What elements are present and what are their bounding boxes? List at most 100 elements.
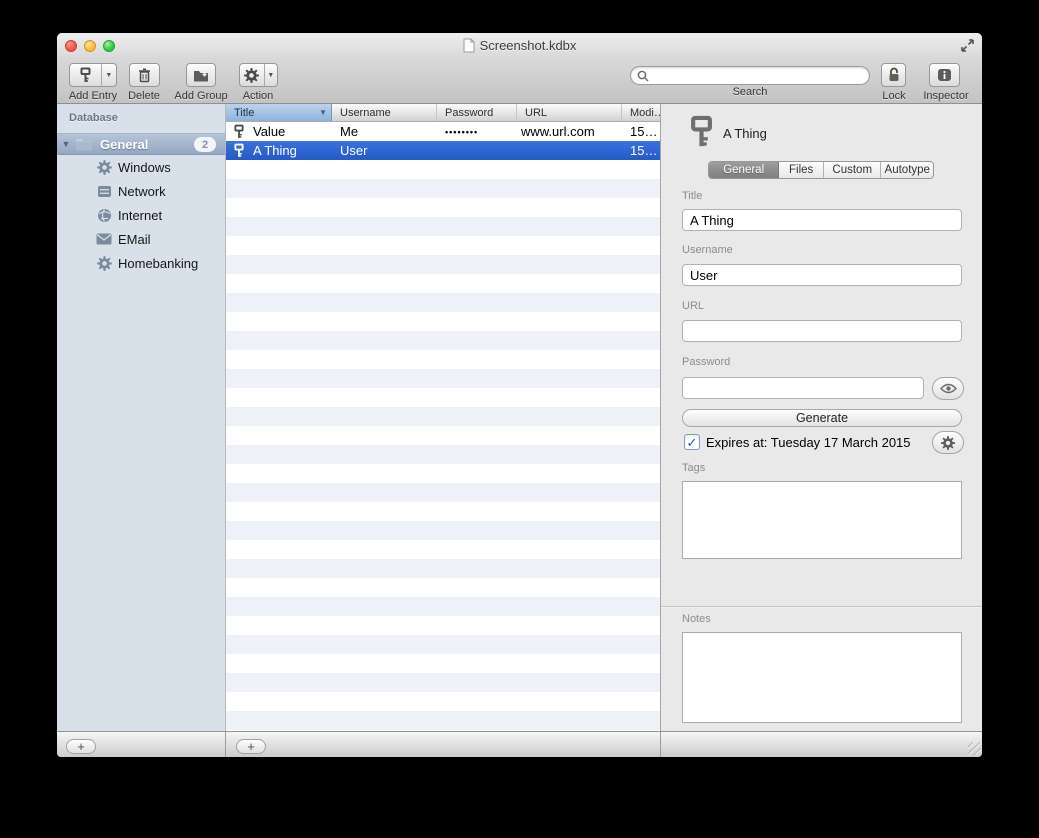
tab-autotype[interactable]: Autotype — [881, 162, 933, 178]
sidebar-item-label: Windows — [118, 160, 171, 175]
cell-url: www.url.com — [517, 122, 622, 141]
table-row[interactable]: Value Me •••••••• www.url.com 15… — [226, 122, 660, 141]
key-icon — [70, 64, 102, 86]
tags-label: Tags — [682, 462, 705, 474]
entry-title: A Thing — [723, 126, 767, 141]
key-icon — [690, 113, 713, 150]
add-entry-label: Add Entry — [69, 90, 117, 102]
column-label: URL — [525, 107, 547, 119]
section-divider — [661, 606, 982, 607]
tab-general[interactable]: General — [709, 162, 779, 178]
info-icon — [937, 68, 952, 82]
cell-username: User — [332, 141, 437, 160]
table-row-selected[interactable]: A Thing User 15… — [226, 141, 660, 160]
gear-icon — [96, 255, 112, 271]
globe-icon — [96, 207, 112, 223]
divider — [225, 732, 226, 757]
resize-grip[interactable] — [968, 742, 981, 755]
generate-button[interactable]: Generate — [682, 409, 962, 427]
add-group-plus-button[interactable]: + — [66, 739, 96, 754]
cell-title: Value — [226, 122, 332, 141]
cell-title: A Thing — [226, 141, 332, 160]
cell-url — [517, 141, 622, 160]
column-header-title[interactable]: Title ▼ — [226, 104, 332, 121]
minimize-button[interactable] — [84, 40, 96, 52]
url-field-label: URL — [682, 300, 704, 312]
tags-input[interactable] — [682, 481, 962, 559]
inspector-button[interactable] — [929, 63, 960, 87]
inspector-label: Inspector — [923, 90, 968, 102]
sort-descending-icon: ▼ — [319, 108, 327, 117]
entry-count-badge: 2 — [194, 137, 216, 152]
entry-table: Title ▼ Username Password URL Modi… — [225, 104, 660, 731]
notes-label: Notes — [682, 613, 711, 625]
url-field[interactable] — [682, 320, 962, 342]
gear-icon — [96, 159, 112, 175]
column-header-password[interactable]: Password — [437, 104, 517, 121]
cell-modified: 15… — [622, 141, 660, 160]
chevron-down-icon: ▼ — [102, 64, 116, 86]
close-button[interactable] — [65, 40, 77, 52]
action-label: Action — [243, 90, 274, 102]
column-header-modified[interactable]: Modi… — [622, 104, 660, 121]
column-header-url[interactable]: URL — [517, 104, 622, 121]
inspector-panel: A Thing General Files Custom Autotype Ti… — [660, 104, 982, 731]
tab-files[interactable]: Files — [779, 162, 824, 178]
sidebar-item-network[interactable]: Network — [57, 179, 225, 203]
cell-modified: 15… — [622, 122, 660, 141]
table-body[interactable]: Value Me •••••••• www.url.com 15… A Thin… — [226, 122, 660, 731]
expires-options-button[interactable] — [932, 431, 964, 454]
lock-button[interactable] — [881, 63, 906, 87]
add-entry-button[interactable]: ▼ — [69, 63, 117, 87]
titlebar[interactable]: Screenshot.kdbx — [57, 33, 982, 57]
fullscreen-icon[interactable] — [960, 38, 975, 53]
open-lock-icon — [887, 67, 901, 83]
column-header-username[interactable]: Username — [332, 104, 437, 121]
password-field[interactable] — [682, 377, 924, 399]
sidebar-item-label: EMail — [118, 232, 151, 247]
notes-input[interactable] — [682, 632, 962, 723]
disclosure-triangle-icon[interactable]: ▼ — [57, 139, 75, 149]
divider — [660, 732, 661, 757]
expires-checkbox[interactable]: ✓ — [684, 434, 700, 450]
add-group-label: Add Group — [174, 90, 227, 102]
action-button[interactable]: ▼ — [239, 63, 278, 87]
delete-label: Delete — [128, 90, 160, 102]
tab-label: General — [723, 164, 764, 176]
sidebar-item-label: Internet — [118, 208, 162, 223]
eye-icon — [940, 383, 957, 394]
zoom-button[interactable] — [103, 40, 115, 52]
sidebar-item-windows[interactable]: Windows — [57, 155, 225, 179]
title-field[interactable] — [682, 209, 962, 231]
tab-label: Files — [789, 164, 813, 176]
title-field-label: Title — [682, 190, 702, 202]
column-label: Username — [340, 107, 391, 119]
sidebar-item-email[interactable]: EMail — [57, 227, 225, 251]
search-input[interactable] — [649, 68, 869, 83]
envelope-icon — [96, 231, 112, 247]
search-field[interactable] — [630, 66, 870, 85]
add-entry-plus-button[interactable]: + — [236, 739, 266, 754]
folder-plus-icon — [193, 69, 209, 82]
tab-custom[interactable]: Custom — [824, 162, 881, 178]
traffic-lights — [65, 40, 115, 52]
expires-row: ✓ Expires at: Tuesday 17 March 2015 — [684, 434, 911, 450]
tab-label: Custom — [832, 164, 872, 176]
sidebar-group-general[interactable]: ▼ General 2 — [57, 133, 225, 155]
gear-icon — [941, 436, 955, 450]
tab-label: Autotype — [885, 164, 930, 176]
chevron-down-icon: ▼ — [265, 64, 277, 86]
app-window: Screenshot.kdbx ▼ Add Entry — [57, 33, 982, 757]
cell-password — [437, 141, 517, 160]
sidebar-item-internet[interactable]: Internet — [57, 203, 225, 227]
reveal-password-button[interactable] — [932, 377, 964, 400]
add-group-button[interactable] — [186, 63, 216, 87]
delete-button[interactable] — [129, 63, 160, 87]
column-label: Password — [445, 107, 493, 119]
gear-icon — [240, 64, 265, 86]
group-sidebar: Database ▼ General 2 Windows Network — [57, 104, 225, 731]
username-field[interactable] — [682, 264, 962, 286]
sidebar-item-homebanking[interactable]: Homebanking — [57, 251, 225, 275]
folder-icon — [75, 137, 93, 151]
cell-password: •••••••• — [437, 122, 517, 141]
